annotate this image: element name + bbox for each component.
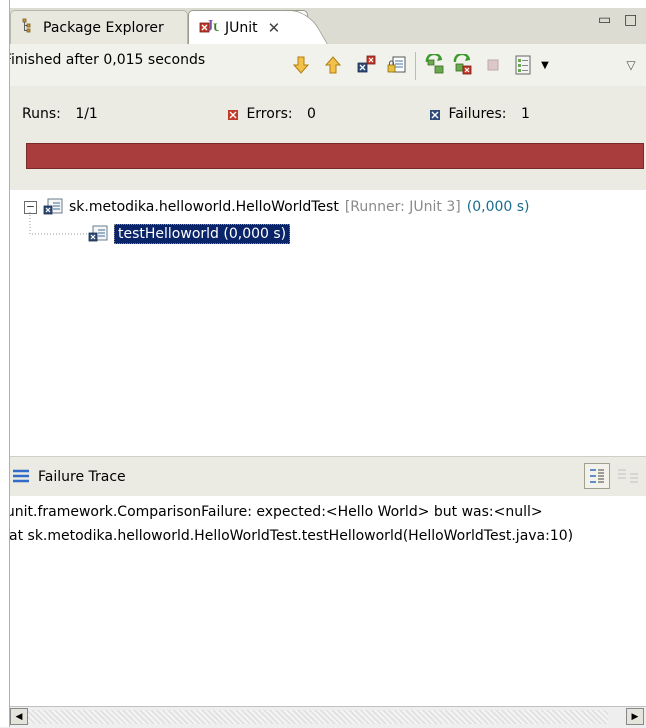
failures-label: Failures: [448,106,507,122]
failures-value: 1 [520,106,530,122]
rerun-test-icon[interactable] [424,54,446,76]
test-tree: − sk.metodika.helloworld.HelloWorldTest … [0,190,646,456]
package-explorer-icon [21,18,37,38]
tree-connector [29,212,87,235]
previous-failure-icon[interactable] [322,54,344,76]
trace-line-exception: junit.framework.ComparisonFailure: expec… [2,504,543,520]
next-failure-icon[interactable] [290,54,312,76]
view-tab-bar: Package Explorer J U JUnit ✕ ▭ □ [0,0,646,45]
tab-label: JUnit [225,19,258,36]
close-icon[interactable]: ✕ [268,19,281,37]
tab-package-explorer[interactable]: Package Explorer [10,10,188,44]
stop-icon[interactable] [482,54,504,76]
runs-value: 1/1 [75,106,98,122]
failure-icon [430,108,440,120]
tree-item-test-method[interactable]: testHelloworld (0,000 s) [88,224,291,244]
scroll-right-icon[interactable]: ▶ [626,708,644,725]
svg-text:U: U [213,23,219,34]
error-icon [228,108,238,120]
tree-item-test-class[interactable]: − sk.metodika.helloworld.HelloWorldTest … [24,198,530,216]
maximize-icon[interactable]: □ [624,12,637,28]
history-dropdown-icon[interactable]: ▼ [534,54,556,76]
errors-counter: Errors: 0 [228,106,316,122]
failure-trace-content[interactable]: junit.framework.ComparisonFailure: expec… [0,496,646,706]
test-class-time: (0,000 s) [466,199,530,215]
errors-label: Errors: [246,106,293,122]
scroll-left-icon[interactable]: ◀ [10,708,28,725]
runs-counter: Runs: 1/1 [22,106,98,122]
test-method-label: testHelloworld (0,000 s) [114,224,291,244]
failure-trace-header: Failure Trace [0,456,646,497]
view-left-border [0,0,10,727]
minimize-icon[interactable]: ▭ [598,12,611,28]
run-status-text: Finished after 0,015 seconds [4,52,206,68]
test-class-name: sk.metodika.helloworld.HelloWorldTest [69,199,339,215]
toolbar-separator [415,52,416,80]
junit-icon: J U [199,17,222,39]
failure-trace-icon [12,469,30,487]
test-failed-icon [88,225,108,243]
errors-value: 0 [307,106,316,122]
tab-label: Package Explorer [43,19,164,36]
test-counters-panel [0,86,646,190]
tab-junit[interactable]: J U JUnit ✕ [188,10,308,44]
runs-label: Runs: [22,106,61,122]
view-menu-icon[interactable]: ▽ [620,54,642,76]
failures-counter: Failures: 1 [430,106,530,122]
show-failures-only-icon[interactable] [356,54,378,76]
rerun-failed-first-icon[interactable] [452,54,474,76]
test-run-history-icon[interactable] [512,54,534,76]
compare-result-icon[interactable] [616,467,640,491]
test-progress-bar [26,143,644,169]
filter-stack-trace-icon[interactable] [584,463,610,489]
test-runner: [Runner: JUnit 3] [344,199,461,215]
failure-trace-title: Failure Trace [38,469,126,485]
scroll-track[interactable] [28,710,608,724]
horizontal-scrollbar[interactable] [0,706,646,728]
scroll-lock-icon[interactable] [386,54,408,76]
trace-line-stack-frame[interactable]: at sk.metodika.helloworld.HelloWorldTest… [9,528,573,544]
